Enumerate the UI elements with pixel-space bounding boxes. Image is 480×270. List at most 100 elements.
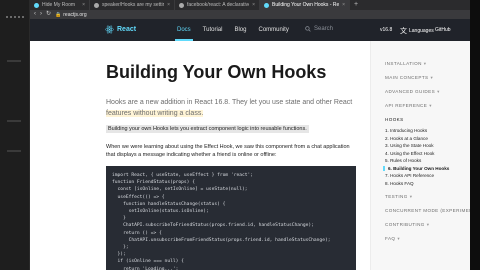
nav-blog[interactable]: Blog [228, 19, 252, 41]
sidebar-item[interactable]: 4. Using the Effect Hook [385, 151, 434, 156]
code-line: function FriendStatus(props) { [112, 180, 195, 186]
body-paragraph: When we were learning about using the Ef… [106, 144, 350, 158]
new-tab-button[interactable]: + [350, 0, 362, 10]
browser-window: Hide My Room × speaker/Hooks are my sett… [30, 0, 480, 270]
sidebar-section-api-reference[interactable]: API REFERENCE ▾ [385, 103, 432, 109]
chevron-down-icon: ▾ [426, 222, 430, 227]
sidebar-section-label: INSTALLATION [385, 61, 422, 66]
chevron-down-icon: ▾ [397, 236, 401, 241]
languages-link[interactable]: 文 Languages [400, 26, 434, 36]
sidebar-section-installation[interactable]: INSTALLATION ▾ [385, 61, 427, 67]
github-link[interactable]: GitHub [435, 27, 451, 33]
desktop-edge [470, 0, 480, 270]
search-input[interactable]: Search [305, 26, 333, 32]
chevron-down-icon: ▾ [437, 89, 440, 94]
sidebar-section-label: MAIN CONCEPTS [385, 75, 429, 80]
sidebar-section-label: TESTING [385, 194, 408, 199]
version-link[interactable]: v16.8 [380, 27, 392, 33]
lock-icon: 🔒 [55, 11, 62, 18]
url-text: reactjs.org [63, 11, 87, 18]
browser-tab[interactable]: speaker/Hooks are my setting ... × [90, 0, 175, 10]
sidebar-section-label: ADVANCED GUIDES [385, 89, 436, 94]
sidebar-section-hooks[interactable]: HOOKS [385, 117, 404, 122]
search-placeholder: Search [314, 26, 334, 32]
sidebar-section-contributing[interactable]: CONTRIBUTING ▾ [385, 222, 429, 228]
sidebar-item[interactable]: 5. Rules of Hooks [385, 158, 421, 163]
chevron-down-icon: ▾ [429, 103, 432, 108]
address-bar: ‹ › ↻ 🔒 reactjs.org [30, 10, 470, 19]
editor-side-panel [0, 0, 30, 270]
docs-sidebar: INSTALLATION ▾ MAIN CONCEPTS ▾ ADVANCED GUID… [370, 41, 480, 270]
search-icon [305, 26, 311, 32]
page-title: Building Your Own Hooks [106, 62, 327, 82]
sidebar-item[interactable]: 7. Hooks API Reference [385, 173, 434, 178]
intro-paragraph: Hooks are a new addition in React 16.8. … [106, 97, 356, 119]
sidebar-section-testing[interactable]: TESTING ▾ [385, 194, 412, 200]
translate-icon: 文 [400, 28, 407, 35]
main-nav: Docs Tutorial Blog Community [171, 19, 295, 41]
editor-line [7, 150, 21, 152]
sidebar-item[interactable]: 2. Hooks at a Glance [385, 136, 428, 141]
react-atom-icon [105, 25, 114, 34]
browser-tab[interactable]: facebook/react: A declarative... × [175, 0, 260, 10]
sidebar-item[interactable]: 1. Introducing Hooks [385, 128, 427, 133]
tab-title: speaker/Hooks are my setting ... [102, 2, 164, 8]
close-icon[interactable]: × [252, 2, 255, 8]
code-line: ChatAPI.unsubscribeFromFriendStatus(prop… [112, 237, 331, 243]
editor-line [7, 120, 21, 122]
code-line: return 'Loading...'; [112, 266, 179, 270]
languages-label: Languages [409, 28, 434, 34]
sidebar-item[interactable]: 3. Using the State Hook [385, 143, 434, 148]
close-icon[interactable]: × [167, 2, 170, 8]
intro-text-highlighted: features without writing a class. [106, 110, 204, 117]
sidebar-section-main-concepts[interactable]: MAIN CONCEPTS ▾ [385, 75, 433, 81]
tab-title: facebook/react: A declarative... [187, 2, 250, 8]
editor-toolbar-dots [6, 16, 24, 20]
chevron-down-icon: ▾ [430, 75, 434, 80]
code-line: ChatAPI.subscribeToFriendStatus(props.fr… [112, 223, 314, 229]
sidebar-section-concurrent-mode-experimental[interactable]: CONCURRENT MODE (EXPERIMENTAL)▾ [385, 208, 480, 214]
favicon-icon [34, 2, 39, 8]
code-block: import React, { useState, useEffect } fr… [106, 166, 356, 270]
code-line: setIsOnline(status.isOnline); [112, 209, 209, 215]
site-header: React Docs Tutorial Blog Community Searc… [30, 19, 470, 41]
intro-text: Hooks are a new addition in React 16.8. … [106, 99, 353, 106]
code-line: useEffect(() => { [112, 194, 165, 200]
nav-tutorial[interactable]: Tutorial [197, 19, 229, 41]
tab-bar: Hide My Room × speaker/Hooks are my sett… [30, 0, 470, 10]
github-icon [179, 2, 184, 8]
code-line: }; [112, 245, 129, 251]
tab-title: Hide My Room [42, 2, 76, 8]
react-favicon-icon [264, 2, 269, 8]
nav-docs[interactable]: Docs [171, 19, 197, 41]
tab-title: Building Your Own Hooks - React [272, 2, 340, 8]
url-field[interactable]: 🔒 reactjs.org [55, 12, 87, 18]
close-icon[interactable]: × [342, 2, 345, 8]
sidebar-section-label: CONCURRENT MODE (EXPERIMENTAL) [385, 208, 480, 213]
site-logo[interactable]: React [105, 25, 136, 34]
highlighted-sentence: Building your own Hooks lets you extract… [106, 125, 309, 133]
browser-tab[interactable]: Hide My Room × [30, 0, 90, 10]
code-line: const [isOnline, setIsOnline] = useState… [112, 187, 248, 193]
sidebar-section-advanced-guides[interactable]: ADVANCED GUIDES ▾ [385, 89, 440, 95]
close-icon[interactable]: × [82, 2, 85, 8]
code-line: return () => { [112, 230, 162, 236]
sidebar-item-current[interactable]: 6. Building Your Own Hooks [383, 165, 449, 171]
code-line: function handleStatusChange(status) { [112, 201, 226, 207]
sidebar-section-label: FAQ [385, 236, 396, 241]
github-icon [94, 2, 99, 8]
sidebar-section-label: API REFERENCE [385, 103, 428, 108]
editor-line [7, 60, 21, 62]
forward-button[interactable]: › [40, 10, 42, 19]
reload-button[interactable]: ↻ [46, 10, 51, 19]
browser-tab-active[interactable]: Building Your Own Hooks - React × [260, 0, 350, 10]
code-line: } [112, 216, 126, 222]
code-line: import React, { useState, useEffect } fr… [112, 173, 254, 178]
sidebar-section-faq[interactable]: FAQ ▾ [385, 236, 400, 242]
chevron-down-icon: ▾ [423, 61, 427, 66]
sidebar-item[interactable]: 8. Hooks FAQ [385, 181, 414, 186]
sidebar-section-label: HOOKS [385, 117, 404, 122]
back-button[interactable]: ‹ [34, 10, 36, 19]
nav-community[interactable]: Community [252, 19, 294, 41]
code-line: }); [112, 252, 126, 258]
